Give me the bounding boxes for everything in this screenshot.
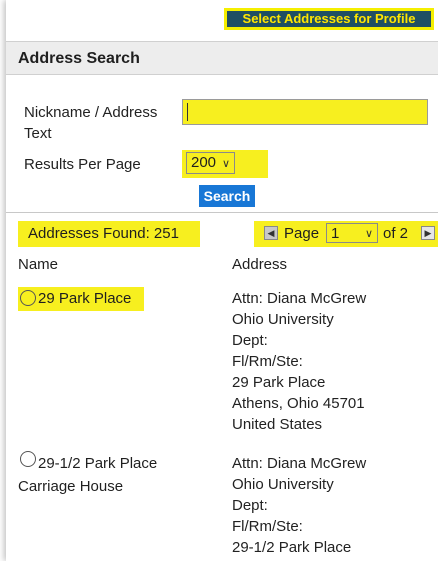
divider <box>6 212 438 213</box>
column-header-name: Name <box>18 256 59 273</box>
nickname-address-input[interactable] <box>182 99 428 125</box>
addresses-found-count: Addresses Found: 251 <box>18 221 200 247</box>
address-line: Ohio University <box>232 476 334 493</box>
address-line: Athens, Ohio 45701 <box>232 395 365 412</box>
select-addresses-for-profile-button[interactable]: Select Addresses for Profile <box>224 8 434 30</box>
address-line: 29-1/2 Park Place <box>232 539 352 556</box>
address-line: Attn: Diana McGrew <box>232 455 367 472</box>
address-line: Ohio University <box>232 311 334 328</box>
row-name: 29 Park Place <box>38 290 132 307</box>
address-line: Fl/Rm/Ste: <box>232 353 303 370</box>
next-page-icon[interactable]: ▶ <box>421 226 435 240</box>
previous-page-icon[interactable]: ◀ <box>264 226 278 240</box>
address-line: 29 Park Place <box>232 374 326 391</box>
address-line: Attn: Diana McGrew <box>232 290 367 307</box>
search-button[interactable]: Search <box>199 185 255 207</box>
address-line: United States <box>232 416 323 433</box>
chevron-down-icon: ∨ <box>364 228 373 240</box>
address-line: Dept: <box>232 332 268 349</box>
address-line: Dept: <box>232 497 268 514</box>
results-per-page-select[interactable]: 200 ∨ <box>182 150 268 178</box>
results-per-page-value: 200 <box>191 154 217 171</box>
top-bar: Select Addresses for Profile <box>6 0 438 38</box>
nickname-label-line2: Text <box>24 125 52 142</box>
column-header-address: Address <box>232 256 288 273</box>
nickname-label-line1: Nickname / Address <box>24 104 158 121</box>
pagination: ◀ Page 1 ∨ of 2 ▶ <box>254 221 438 247</box>
page-current: 1 <box>331 225 340 242</box>
section-title: Address Search <box>6 41 438 75</box>
row-name: 29-1/2 Park Place <box>38 455 158 472</box>
page-word: Page <box>284 225 320 242</box>
page-select[interactable]: 1 ∨ <box>326 223 378 243</box>
results-per-page-label: Results Per Page <box>24 156 141 173</box>
nickname-label: Nickname / Address Text <box>24 102 184 144</box>
chevron-down-icon: ∨ <box>222 158 231 170</box>
row-select-radio[interactable] <box>20 290 36 306</box>
row-select-radio[interactable] <box>20 451 36 467</box>
page-total: of 2 <box>383 225 409 242</box>
row-name-line2: Carriage House <box>18 478 124 495</box>
address-line: Fl/Rm/Ste: <box>232 518 303 535</box>
address-search-panel: Select Addresses for Profile Address Sea… <box>6 0 438 561</box>
